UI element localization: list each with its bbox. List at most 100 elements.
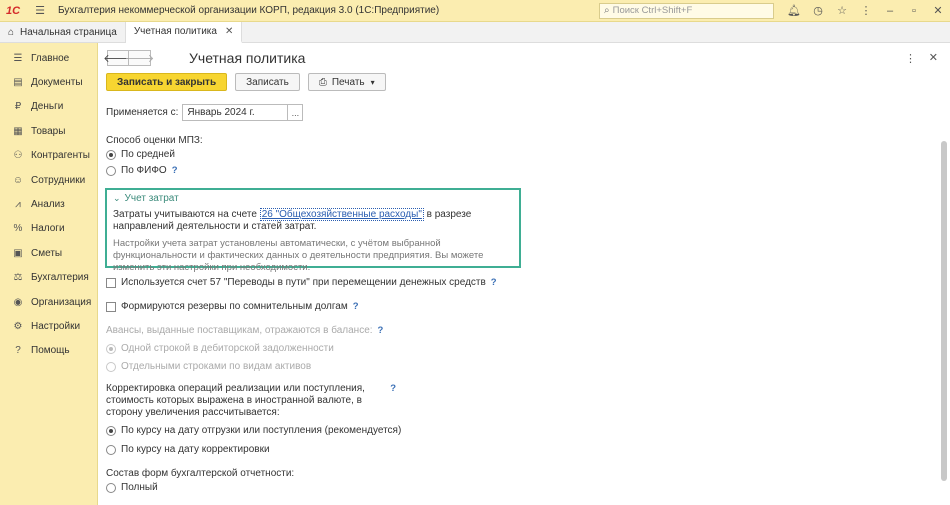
print-label: Печать bbox=[331, 76, 365, 88]
tab-home-label: Начальная страница bbox=[20, 27, 117, 38]
report-full-label: Полный bbox=[121, 482, 158, 493]
reserves-checkbox-row[interactable]: Формируются резервы по сомнительным долг… bbox=[106, 301, 359, 312]
vertical-scrollbar[interactable] bbox=[941, 141, 947, 481]
sidebar-item-documents[interactable]: ▤ Документы bbox=[0, 70, 97, 94]
sidebar-item-organization[interactable]: ◉ Организация bbox=[0, 290, 97, 314]
radio-average[interactable] bbox=[106, 149, 116, 160]
chevron-down-icon: ⌄ bbox=[113, 193, 121, 203]
radio-advances-one bbox=[106, 343, 116, 354]
menu-icon: ☰ bbox=[13, 52, 23, 64]
estimate-icon: ▣ bbox=[13, 247, 23, 259]
organization-icon: ◉ bbox=[13, 296, 23, 308]
sidebar-item-taxes[interactable]: % Налоги bbox=[0, 217, 97, 241]
advances-separate-radio: Отдельными строками по видам активов bbox=[106, 361, 311, 372]
sidebar-item-analysis[interactable]: ⩘ Анализ bbox=[0, 192, 97, 216]
radio-report-full[interactable] bbox=[106, 482, 116, 493]
minimize-icon[interactable]: – bbox=[878, 0, 902, 22]
advances-separate-label: Отдельными строками по видам активов bbox=[121, 361, 312, 372]
sidebar-item-label: Деньги bbox=[31, 101, 64, 113]
sidebar-item-label: Документы bbox=[31, 77, 83, 89]
tab-close-icon[interactable]: ✕ bbox=[225, 26, 233, 37]
search-placeholder: Поиск Ctrl+Shift+F bbox=[612, 5, 693, 16]
save-button[interactable]: Записать bbox=[235, 73, 300, 91]
radio-fx-correction[interactable] bbox=[106, 444, 116, 455]
main-form: 🡐 🡒 Учетная политика ⋮ ✕ Записать и закр… bbox=[98, 43, 950, 505]
mpz-average-radio[interactable]: По средней bbox=[106, 149, 175, 160]
sidebar-item-accounting[interactable]: ⚖ Бухгалтерия bbox=[0, 266, 97, 290]
cost-group-title: Учет затрат bbox=[124, 193, 179, 204]
notifications-icon[interactable]: 🔔︎ bbox=[782, 0, 806, 22]
favorites-icon[interactable]: ☆ bbox=[830, 0, 854, 22]
help-question-icon[interactable]: ? bbox=[390, 383, 396, 395]
forward-button[interactable]: 🡒 bbox=[125, 50, 154, 66]
sidebar-item-contractors[interactable]: ⚇ Контрагенты bbox=[0, 144, 97, 168]
advances-one-label: Одной строкой в дебиторской задолженност… bbox=[121, 343, 334, 354]
settings-menu-icon[interactable]: ⋮ bbox=[854, 0, 878, 22]
printer-icon: ⎙ bbox=[318, 76, 327, 88]
search-icon: ⌕ bbox=[604, 5, 610, 16]
fx-correction-radio[interactable]: По курсу на дату корректировки bbox=[106, 444, 270, 455]
acc57-checkbox-row[interactable]: Используется счет 57 "Переводы в пути" п… bbox=[106, 277, 497, 288]
tab-bar: ⌂ Начальная страница Учетная политика ✕ bbox=[0, 22, 950, 43]
sidebar-item-estimates[interactable]: ▣ Сметы bbox=[0, 241, 97, 265]
advances-one-radio: Одной строкой в дебиторской задолженност… bbox=[106, 343, 334, 354]
radio-fifo[interactable] bbox=[106, 165, 116, 176]
goods-icon: ▦ bbox=[13, 125, 23, 137]
sidebar-item-label: Сотрудники bbox=[31, 174, 86, 186]
help-question-icon[interactable]: ? bbox=[491, 277, 497, 288]
sidebar-item-main[interactable]: ☰ Главное bbox=[0, 46, 97, 70]
reserves-label: Формируются резервы по сомнительным долг… bbox=[121, 301, 348, 312]
sidebar-item-label: Анализ bbox=[31, 199, 65, 211]
chart-icon: ⩘ bbox=[15, 199, 21, 211]
arrow-right-icon: 🡒 bbox=[124, 53, 155, 65]
sidebar-item-employees[interactable]: ☺ Сотрудники bbox=[0, 168, 97, 192]
acc57-checkbox[interactable] bbox=[106, 277, 116, 288]
ruble-icon: ₽ bbox=[14, 101, 22, 113]
cost-account-link[interactable]: 26 "Общехозяйственные расходы" bbox=[259, 208, 424, 221]
title-bar: 1С ☰ Бухгалтерия некоммерческой организа… bbox=[0, 0, 950, 22]
sidebar-item-label: Контрагенты bbox=[31, 150, 90, 162]
applies-period-input[interactable]: Январь 2024 г. bbox=[182, 104, 289, 121]
report-full-radio[interactable]: Полный bbox=[106, 482, 158, 493]
fx-shipment-radio[interactable]: По курсу на дату отгрузки или поступлени… bbox=[106, 425, 401, 436]
tab-accounting-policy[interactable]: Учетная политика ✕ bbox=[125, 22, 243, 43]
reserves-checkbox[interactable] bbox=[106, 301, 116, 312]
print-button[interactable]: ⎙ Печать ▾ bbox=[307, 73, 386, 91]
fx-correction-label: По курсу на дату корректировки bbox=[121, 444, 270, 455]
maximize-icon[interactable]: ▫ bbox=[902, 0, 926, 22]
cost-group-header[interactable]: ⌄ Учет затрат bbox=[113, 193, 513, 204]
mpz-fifo-radio[interactable]: По ФИФО ? bbox=[106, 165, 178, 176]
form-close-icon[interactable]: ✕ bbox=[929, 51, 938, 64]
home-icon: ⌂ bbox=[8, 27, 15, 38]
user-icon: ☺ bbox=[12, 174, 24, 186]
fx-shipment-label: По курсу на дату отгрузки или поступлени… bbox=[121, 425, 402, 436]
accounting-icon: ⚖ bbox=[13, 272, 23, 284]
sidebar-item-money[interactable]: ₽ Деньги bbox=[0, 95, 97, 119]
sidebar-item-goods[interactable]: ▦ Товары bbox=[0, 119, 97, 143]
main-menu-icon[interactable]: ☰ bbox=[30, 0, 50, 22]
document-icon: ▤ bbox=[13, 77, 23, 89]
tab-accounting-policy-label: Учетная политика bbox=[133, 26, 217, 37]
chevron-down-icon: ▾ bbox=[370, 77, 375, 87]
cost-text: Затраты учитываются на счете 26 "Общехоз… bbox=[113, 208, 513, 233]
save-close-button[interactable]: Записать и закрыть bbox=[106, 73, 228, 91]
sidebar-item-help[interactable]: ? Помощь bbox=[0, 339, 97, 363]
radio-fx-shipment[interactable] bbox=[106, 425, 116, 436]
mpz-average-label: По средней bbox=[121, 149, 175, 160]
sidebar-item-label: Помощь bbox=[31, 345, 70, 357]
help-question-icon[interactable]: ? bbox=[172, 165, 178, 176]
window-close-icon[interactable]: ✕ bbox=[926, 0, 950, 22]
fx-label: Корректировка операций реализации или по… bbox=[106, 383, 365, 418]
more-actions-icon[interactable]: ⋮ bbox=[905, 52, 916, 65]
help-icon: ? bbox=[15, 345, 21, 357]
history-icon[interactable]: ◷ bbox=[806, 0, 830, 22]
cost-note: Настройки учета затрат установлены автом… bbox=[113, 238, 484, 273]
period-select-button[interactable]: ... bbox=[288, 104, 304, 121]
help-question-icon[interactable]: ? bbox=[353, 301, 359, 312]
search-input[interactable]: ⌕ Поиск Ctrl+Shift+F bbox=[599, 2, 774, 19]
mpz-fifo-label: По ФИФО bbox=[121, 165, 167, 176]
tab-home[interactable]: ⌂ Начальная страница bbox=[0, 22, 126, 43]
sidebar-item-label: Организация bbox=[31, 296, 92, 308]
sidebar-item-settings[interactable]: ⚙ Настройки bbox=[0, 314, 97, 338]
help-question-icon[interactable]: ? bbox=[378, 325, 384, 336]
